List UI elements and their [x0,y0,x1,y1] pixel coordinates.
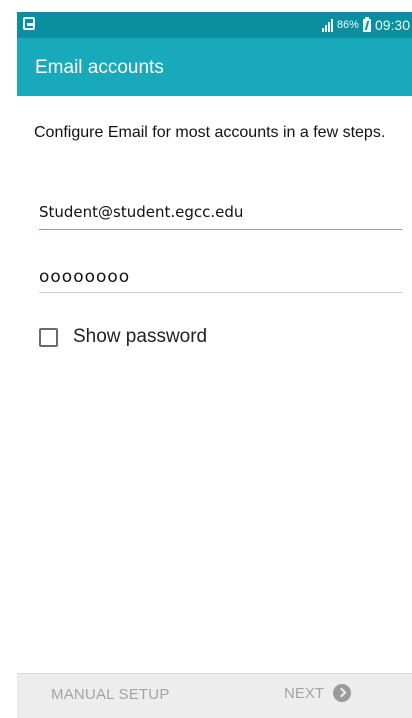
status-right-group: 86% 09:30 [321,16,410,34]
next-button[interactable]: NEXT [284,684,352,702]
bottom-action-bar: MANUAL SETUP NEXT [17,673,412,718]
page-title: Email accounts [35,57,164,78]
chevron-right-icon[interactable] [333,684,352,702]
phone-screen: 86% 09:30 Email accounts Configure Email… [17,12,412,718]
intro-text: Configure Email for most accounts in a f… [34,124,386,141]
status-bar: 86% 09:30 [17,12,412,38]
app-bar: Email accounts [17,38,412,96]
status-time: 09:30 [374,17,410,33]
next-label[interactable]: NEXT [284,685,324,702]
signal-icon [321,18,333,32]
show-password-checkbox[interactable] [39,327,58,347]
email-field[interactable] [39,194,402,230]
show-password-label[interactable]: Show password [73,326,207,348]
screenshot-icon [23,17,35,30]
manual-setup-button[interactable]: MANUAL SETUP [51,686,170,703]
battery-charging-icon [362,16,371,32]
password-field[interactable] [39,261,402,293]
show-password-row[interactable]: Show password [39,325,207,349]
battery-percent: 86% [336,19,359,31]
